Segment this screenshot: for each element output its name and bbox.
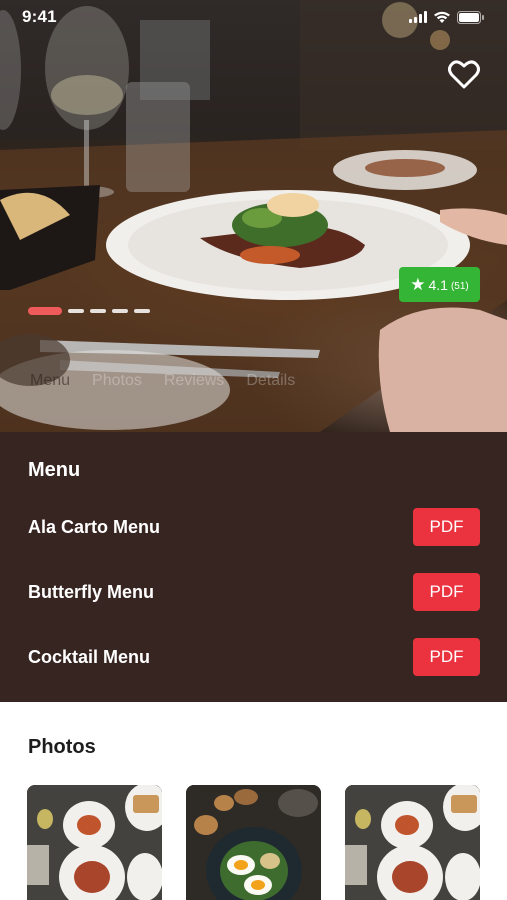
menu-item-name: Ala Carto Menu — [28, 516, 161, 537]
hero-image: 9:41 ★ 4.1 (51) Menu Photos Reviews Deta… — [0, 0, 507, 432]
menu-item-name: Cocktail Menu — [28, 646, 151, 667]
menu-section: Menu Ala Carto Menu PDF Butterfly Menu P… — [0, 432, 507, 702]
menu-item: Ala Carto Menu PDF — [28, 508, 480, 546]
tab-menu[interactable]: Menu — [30, 372, 70, 390]
status-icons — [409, 10, 485, 24]
status-time: 9:41 — [22, 7, 57, 26]
section-tabs: Menu Photos Reviews Details — [30, 372, 317, 390]
rating-count: (51) — [450, 280, 469, 292]
food-table-photo — [27, 785, 162, 900]
menu-item: Butterfly Menu PDF — [28, 573, 480, 611]
pager-dot-active[interactable] — [28, 307, 62, 315]
photo-thumbnail[interactable] — [186, 785, 321, 900]
photo-thumbnail[interactable] — [345, 785, 480, 900]
pdf-button[interactable]: PDF — [413, 508, 480, 546]
menu-title: Menu — [28, 459, 81, 481]
tab-photos[interactable]: Photos — [92, 372, 142, 390]
pager-dot[interactable] — [90, 309, 106, 313]
pager-dot[interactable] — [68, 309, 84, 313]
pager-dot[interactable] — [112, 309, 128, 313]
restaurant-table-image — [0, 0, 507, 432]
pager-dot[interactable] — [134, 309, 150, 313]
signal-icon — [409, 11, 427, 23]
favorite-button[interactable] — [446, 56, 482, 92]
heart-outline-icon — [448, 59, 480, 88]
battery-icon — [457, 10, 484, 24]
wifi-icon — [434, 11, 450, 23]
food-table-photo — [345, 785, 480, 900]
photos-title: Photos — [28, 736, 96, 758]
egg-salad-photo — [186, 785, 321, 900]
pdf-button[interactable]: PDF — [413, 638, 480, 676]
rating-badge: ★ 4.1 (51) — [399, 267, 480, 302]
tab-details[interactable]: Details — [246, 372, 295, 390]
tab-reviews[interactable]: Reviews — [164, 372, 224, 390]
menu-item-name: Butterfly Menu — [28, 581, 154, 602]
rating-value: 4.1 — [428, 276, 448, 293]
star-icon: ★ — [410, 275, 426, 294]
pdf-button[interactable]: PDF — [413, 573, 480, 611]
photo-thumbnail[interactable] — [27, 785, 162, 900]
photos-section: Photos — [0, 702, 507, 900]
status-bar: 9:41 — [0, 0, 507, 34]
image-pager[interactable] — [28, 307, 150, 315]
menu-item: Cocktail Menu PDF — [28, 638, 480, 676]
